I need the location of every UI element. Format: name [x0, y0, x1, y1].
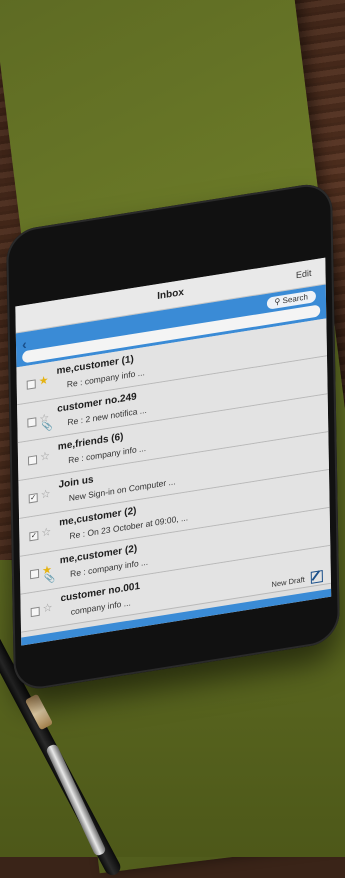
phone: Inbox Edit ‹ ⚲ Search ★ me,customer (1) Re… [6, 180, 341, 693]
edit-button[interactable]: Edit [296, 268, 312, 280]
checkbox[interactable] [29, 568, 40, 580]
star-icon[interactable]: ☆ [41, 487, 51, 502]
search-label: Search [282, 292, 308, 306]
checkbox[interactable] [26, 379, 36, 390]
phone-screen: Inbox Edit ‹ ⚲ Search ★ me,customer (1) Re… [15, 257, 332, 646]
star-icon[interactable]: ★ [39, 373, 49, 388]
message-sender: Join us [58, 474, 94, 491]
paperclip-icon: 📎 [41, 420, 53, 433]
magnifier-icon: ⚲ [274, 296, 281, 307]
new-draft-label: New Draft [271, 574, 305, 590]
checkbox[interactable] [27, 417, 37, 428]
checkbox[interactable]: ✓ [28, 493, 38, 504]
star-icon[interactable]: ☆ [41, 525, 51, 540]
compose-icon[interactable] [310, 570, 323, 584]
checkbox[interactable]: ✓ [29, 530, 39, 542]
checkbox[interactable] [27, 455, 38, 466]
star-icon[interactable]: ☆ [40, 449, 50, 464]
paperclip-icon: 📎 [44, 572, 56, 585]
